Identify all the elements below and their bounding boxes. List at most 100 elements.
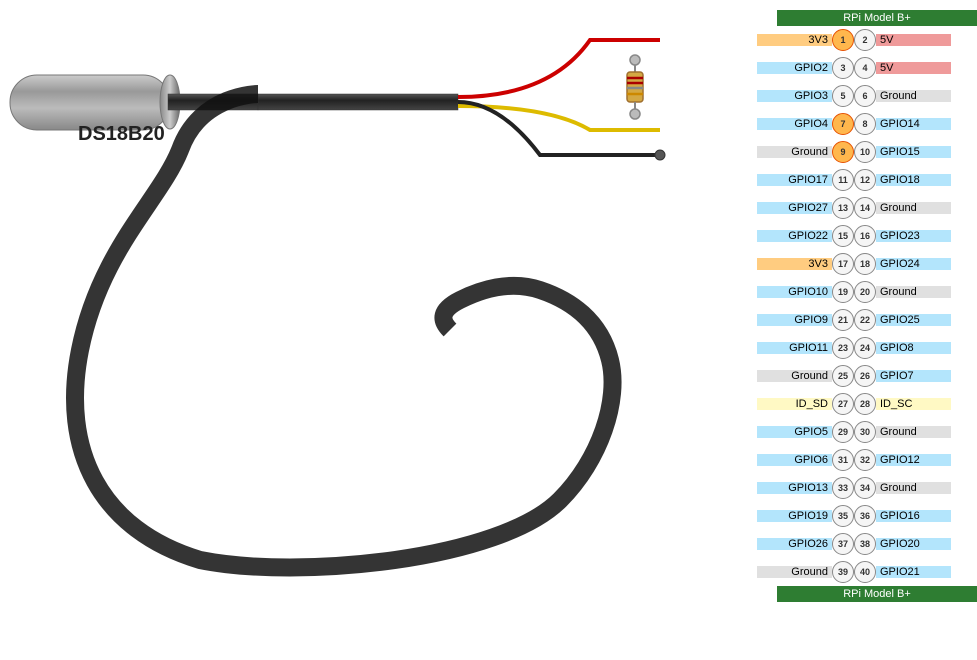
pin-label-left: GPIO6 — [757, 454, 832, 466]
pin-label-left: GPIO13 — [757, 482, 832, 494]
pin-number-left: 33 — [832, 477, 854, 499]
pin-label-right: 5V — [876, 34, 951, 46]
gpio-row: GPIO112324GPIO8 — [757, 334, 977, 362]
pin-number-left: 17 — [832, 253, 854, 275]
pin-label-left: 3V3 — [757, 258, 832, 270]
gpio-row: GPIO478GPIO14 — [757, 110, 977, 138]
pin-label-left: GPIO22 — [757, 230, 832, 242]
pin-number-left: 29 — [832, 421, 854, 443]
pin-label-right: GPIO25 — [876, 314, 951, 326]
pin-number-right: 12 — [854, 169, 876, 191]
pin-label-left: GPIO11 — [757, 342, 832, 354]
pin-number-left: 13 — [832, 197, 854, 219]
pin-number-right: 24 — [854, 337, 876, 359]
pin-label-left: Ground — [757, 370, 832, 382]
pin-number-right: 4 — [854, 57, 876, 79]
gpio-row: GPIO52930Ground — [757, 418, 977, 446]
pin-number-right: 16 — [854, 225, 876, 247]
pin-number-right: 36 — [854, 505, 876, 527]
pin-label-right: GPIO15 — [876, 146, 951, 158]
sensor-label: DS18B20 — [78, 123, 165, 145]
pin-number-right: 28 — [854, 393, 876, 415]
pin-label-left: GPIO27 — [757, 202, 832, 214]
pin-label-right: Ground — [876, 286, 951, 298]
pin-number-left: 15 — [832, 225, 854, 247]
pin-label-right: GPIO7 — [876, 370, 951, 382]
pin-label-left: GPIO26 — [757, 538, 832, 550]
pin-number-left: 1 — [832, 29, 854, 51]
pin-label-right: GPIO12 — [876, 454, 951, 466]
pin-label-left: GPIO10 — [757, 286, 832, 298]
pin-label-right: Ground — [876, 426, 951, 438]
pin-number-left: 23 — [832, 337, 854, 359]
pin-number-left: 3 — [832, 57, 854, 79]
pin-number-right: 38 — [854, 533, 876, 555]
gpio-row: Ground910GPIO15 — [757, 138, 977, 166]
pin-number-left: 11 — [832, 169, 854, 191]
pin-label-left: GPIO2 — [757, 62, 832, 74]
pin-number-left: 31 — [832, 449, 854, 471]
pin-label-left: Ground — [757, 146, 832, 158]
gpio-row: GPIO193536GPIO16 — [757, 502, 977, 530]
rpi-header-bottom: RPi Model B+ — [777, 586, 977, 602]
pin-number-right: 6 — [854, 85, 876, 107]
pin-number-left: 27 — [832, 393, 854, 415]
pin-label-left: GPIO3 — [757, 90, 832, 102]
pin-label-left: Ground — [757, 566, 832, 578]
gpio-row: GPIO263738GPIO20 — [757, 530, 977, 558]
pin-number-left: 25 — [832, 365, 854, 387]
pin-label-right: GPIO24 — [876, 258, 951, 270]
pin-label-right: GPIO21 — [876, 566, 951, 578]
pin-label-right: GPIO8 — [876, 342, 951, 354]
gpio-row: GPIO356Ground — [757, 82, 977, 110]
pin-number-right: 40 — [854, 561, 876, 583]
pin-number-right: 22 — [854, 309, 876, 331]
gpio-table: RPi Model B+ 3V3125VGPIO2345VGPIO356Grou… — [737, 10, 977, 602]
rpi-header-top: RPi Model B+ — [777, 10, 977, 26]
pin-number-right: 20 — [854, 281, 876, 303]
gpio-row: 3V31718GPIO24 — [757, 250, 977, 278]
gpio-row: Ground3940GPIO21 — [757, 558, 977, 586]
pin-number-right: 2 — [854, 29, 876, 51]
pin-number-left: 19 — [832, 281, 854, 303]
pin-number-left: 7 — [832, 113, 854, 135]
pin-label-right: Ground — [876, 90, 951, 102]
gpio-row: GPIO92122GPIO25 — [757, 306, 977, 334]
gpio-row: GPIO2345V — [757, 54, 977, 82]
pin-label-right: Ground — [876, 202, 951, 214]
pin-label-right: GPIO20 — [876, 538, 951, 550]
pin-label-left: GPIO5 — [757, 426, 832, 438]
pin-number-right: 14 — [854, 197, 876, 219]
pin-number-right: 10 — [854, 141, 876, 163]
pin-label-right: GPIO18 — [876, 174, 951, 186]
pin-number-left: 9 — [832, 141, 854, 163]
gpio-row: ID_SD2728ID_SC — [757, 390, 977, 418]
pin-label-right: Ground — [876, 482, 951, 494]
pin-label-left: 3V3 — [757, 34, 832, 46]
pin-number-right: 18 — [854, 253, 876, 275]
gpio-row: GPIO271314Ground — [757, 194, 977, 222]
pin-number-right: 26 — [854, 365, 876, 387]
pin-label-right: GPIO16 — [876, 510, 951, 522]
pin-number-left: 21 — [832, 309, 854, 331]
pin-label-left: GPIO9 — [757, 314, 832, 326]
pin-label-left: ID_SD — [757, 398, 832, 410]
pin-number-right: 34 — [854, 477, 876, 499]
pin-label-right: ID_SC — [876, 398, 951, 410]
pin-number-right: 30 — [854, 421, 876, 443]
gpio-row: GPIO221516GPIO23 — [757, 222, 977, 250]
pin-number-left: 5 — [832, 85, 854, 107]
pin-label-left: GPIO19 — [757, 510, 832, 522]
pin-number-right: 8 — [854, 113, 876, 135]
gpio-row: GPIO63132GPIO12 — [757, 446, 977, 474]
gpio-row: GPIO171112GPIO18 — [757, 166, 977, 194]
gpio-row: GPIO101920Ground — [757, 278, 977, 306]
pin-number-left: 37 — [832, 533, 854, 555]
pin-label-right: GPIO14 — [876, 118, 951, 130]
gpio-row: GPIO133334Ground — [757, 474, 977, 502]
gpio-row: 3V3125V — [757, 26, 977, 54]
pin-label-left: GPIO17 — [757, 174, 832, 186]
pin-number-left: 35 — [832, 505, 854, 527]
gpio-row: Ground2526GPIO7 — [757, 362, 977, 390]
pin-label-right: 5V — [876, 62, 951, 74]
